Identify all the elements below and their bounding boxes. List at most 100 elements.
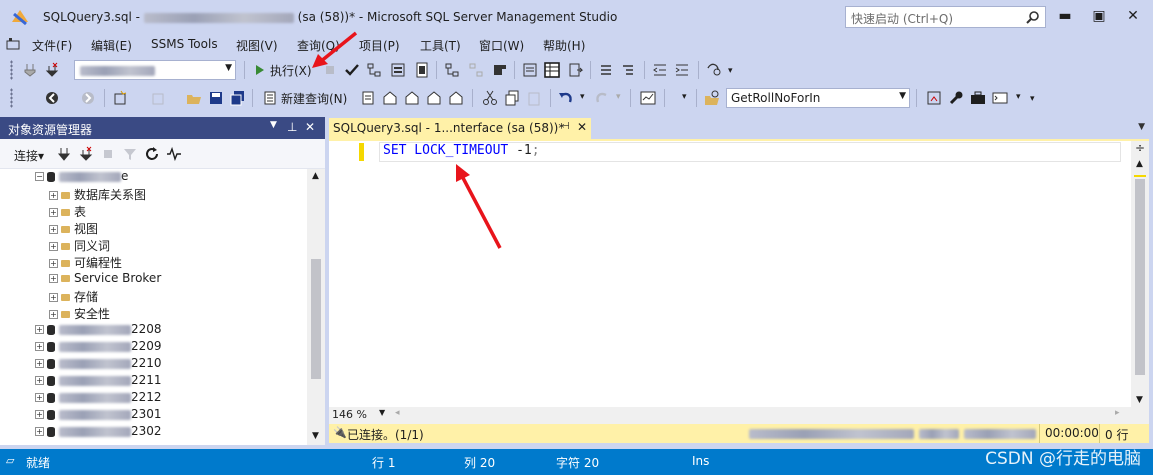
new-query-button[interactable]: 新建查询(N) [281, 90, 347, 107]
close-tab-icon[interactable]: ✕ [577, 120, 587, 134]
menu-ssms-tools[interactable]: SSMS Tools [151, 37, 218, 51]
scroll-right-icon[interactable]: ▸ [1115, 408, 1120, 418]
execute-button[interactable]: 执行(X) [270, 62, 312, 79]
quick-launch-input[interactable]: 快速启动 (Ctrl+Q) [845, 6, 1046, 28]
output-window-icon[interactable]: ▱ [6, 454, 14, 467]
expand-icon[interactable]: + [49, 259, 58, 268]
back-icon[interactable] [44, 90, 60, 106]
tree-node-folder[interactable]: + 视图 [49, 220, 98, 237]
expand-icon[interactable]: + [49, 191, 58, 200]
minimize-button[interactable]: ▬ [1050, 6, 1080, 26]
open-file-icon[interactable] [186, 90, 202, 106]
parse-check-icon[interactable] [344, 62, 360, 78]
tree-node-folder[interactable]: + 数据库关系图 [49, 186, 146, 203]
find-combo[interactable]: GetRollNoForIn ▼ [726, 88, 910, 108]
scroll-down-icon[interactable]: ▼ [312, 431, 319, 441]
split-icon[interactable]: ÷ [1135, 141, 1145, 155]
tree-node-database[interactable]: +2209 [35, 339, 162, 356]
undo-icon[interactable] [558, 90, 574, 106]
close-button[interactable]: ✕ [1118, 6, 1148, 26]
tree-node-folder[interactable]: + 表 [49, 203, 86, 220]
expand-icon[interactable]: + [35, 393, 44, 402]
expand-icon[interactable]: + [49, 242, 58, 251]
expand-icon[interactable]: + [35, 376, 44, 385]
pin-tab-icon[interactable]: ⊣ [561, 121, 570, 132]
copy-icon[interactable] [504, 90, 520, 106]
tree-node-database[interactable]: +2211 [35, 373, 162, 390]
estimated-plan-icon[interactable] [366, 62, 382, 78]
scroll-up-icon[interactable]: ▲ [312, 171, 319, 181]
connect-dropdown[interactable]: 连接▾ [14, 147, 44, 164]
tree-node-database[interactable]: +2212 [35, 390, 162, 407]
toolbar-grip[interactable] [10, 60, 13, 80]
cut-icon[interactable] [482, 90, 498, 106]
menu-file[interactable]: 文件(F) [32, 37, 72, 54]
activity-monitor-icon[interactable] [166, 146, 182, 162]
close-panel-icon[interactable]: ✕ [305, 120, 315, 134]
add-item-icon[interactable] [150, 90, 166, 106]
tree-node-folder[interactable]: + Service Broker [49, 271, 161, 288]
expand-icon[interactable]: + [49, 293, 58, 302]
save-icon[interactable] [208, 90, 224, 106]
expand-icon[interactable]: + [49, 208, 58, 217]
find-in-files-icon[interactable] [704, 90, 720, 106]
tree-node-folder[interactable]: + 安全性 [49, 305, 110, 322]
object-explorer-scrollbar[interactable]: ▲ ▼ [307, 169, 325, 445]
scrollbar-thumb[interactable] [311, 259, 321, 379]
scroll-left-icon[interactable]: ◂ [395, 408, 400, 418]
toolbox-icon[interactable] [970, 90, 986, 106]
tree-node-database-root[interactable]: − e [35, 169, 128, 186]
results-to-text-icon[interactable] [522, 62, 538, 78]
results-to-file-icon[interactable] [568, 62, 584, 78]
expand-icon[interactable]: + [35, 359, 44, 368]
code-editor[interactable]: SET LOCK_TIMEOUT -1; ÷ ▲ ▼ [329, 139, 1149, 411]
disconnect-icon[interactable] [78, 146, 94, 162]
refresh-icon[interactable] [144, 146, 160, 162]
options-dropdown-icon[interactable]: ▾ [1016, 92, 1021, 102]
change-connection-icon[interactable] [44, 62, 60, 78]
code-line-1[interactable]: SET LOCK_TIMEOUT -1; [383, 143, 540, 158]
tree-node-database[interactable]: +2210 [35, 356, 162, 373]
maximize-button[interactable]: ▣ [1084, 6, 1114, 26]
connect-icon[interactable] [56, 146, 72, 162]
paste-icon[interactable] [526, 90, 542, 106]
scroll-up-icon[interactable]: ▲ [1136, 159, 1143, 169]
tab-sqlquery3[interactable]: SQLQuery3.sql - 1...nterface (sa (58))* … [329, 118, 591, 139]
editor-scrollbar[interactable]: ÷ ▲ ▼ [1131, 141, 1149, 411]
tree-node-folder[interactable]: + 可编程性 [49, 254, 122, 271]
uncomment-icon[interactable] [620, 62, 636, 78]
tree-node-database[interactable]: +2302 [35, 424, 162, 441]
window-position-icon[interactable]: ▼ [270, 120, 277, 130]
results-to-grid-icon[interactable] [544, 62, 560, 78]
solution-explorer-icon[interactable] [926, 90, 942, 106]
cancel-query-icon[interactable] [322, 62, 338, 78]
intellisense-icon[interactable] [414, 62, 430, 78]
scrollbar-thumb[interactable] [1135, 179, 1145, 375]
undo-dropdown-icon[interactable]: ▾ [580, 92, 585, 102]
filter-icon[interactable] [122, 146, 138, 162]
connect-icon[interactable] [22, 62, 38, 78]
menu-view[interactable]: 视图(V) [236, 37, 278, 54]
specify-template-icon[interactable] [706, 62, 722, 78]
menu-tools[interactable]: 工具(T) [420, 37, 461, 54]
increase-indent-icon[interactable] [674, 62, 690, 78]
scroll-down-icon[interactable]: ▼ [1136, 395, 1143, 405]
live-stats-icon[interactable] [468, 62, 484, 78]
xmla-query-icon[interactable] [426, 90, 442, 106]
tree-node-folder[interactable]: + 同义词 [49, 237, 110, 254]
redo-icon[interactable] [594, 90, 610, 106]
activity-monitor-icon[interactable] [640, 90, 656, 106]
tree-node-folder[interactable]: + 存储 [49, 288, 98, 305]
client-stats-icon[interactable] [492, 62, 508, 78]
collapse-icon[interactable]: − [35, 172, 44, 181]
toolbar-overflow-icon[interactable]: ▾ [728, 66, 733, 76]
menu-edit[interactable]: 编辑(E) [91, 37, 132, 54]
comment-icon[interactable] [598, 62, 614, 78]
pin-icon[interactable]: ⊥ [287, 120, 297, 134]
expand-icon[interactable]: + [35, 410, 44, 419]
dmx-query-icon[interactable] [404, 90, 420, 106]
expand-icon[interactable]: + [35, 342, 44, 351]
tree-node-database[interactable]: +2301 [35, 407, 162, 424]
dax-query-icon[interactable] [448, 90, 464, 106]
zoom-level-selector[interactable]: 146 % [332, 408, 367, 421]
